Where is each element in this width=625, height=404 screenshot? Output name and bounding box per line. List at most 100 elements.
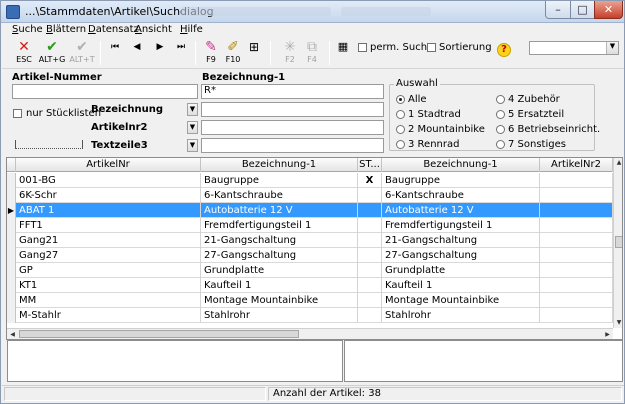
radio-alle[interactable] (396, 95, 405, 104)
cell-artikelnr2 (540, 188, 613, 203)
vertical-scroll-thumb[interactable] (615, 236, 622, 248)
sortierung-label: Sortierung (439, 42, 492, 53)
f4-button[interactable]: ⧉ F4 (304, 39, 320, 67)
help-icon[interactable]: ? (497, 43, 511, 57)
maximize-button[interactable]: □ (570, 1, 595, 19)
minimize-button[interactable]: – (545, 1, 571, 19)
header-bezeichnung-1-b[interactable]: Bezeichnung-1 (382, 158, 540, 172)
title-blur-region (181, 7, 331, 16)
results-grid: ArtikelNr Bezeichnung-1 ST... Bezeichnun… (6, 157, 623, 340)
slider-track[interactable] (15, 140, 83, 149)
table-row[interactable]: 001-BG Baugruppe X Baugruppe (7, 173, 613, 188)
row-indicator[interactable] (7, 233, 16, 248)
chevron-down-icon[interactable]: ▼ (187, 121, 198, 134)
menu-bar: Suche Blättern Datensatz Ansicht Hilfe (2, 23, 624, 37)
artikelnummer-input[interactable] (12, 84, 198, 99)
radio-rennrad[interactable] (396, 140, 405, 149)
row-indicator[interactable] (7, 173, 16, 188)
table-row[interactable]: Gang27 27-Gangschaltung 27-Gangschaltung (7, 248, 613, 263)
cell-bezeichnung-1-b: 6-Kantschraube (382, 188, 540, 203)
radio-stadtrad[interactable] (396, 110, 405, 119)
cell-bezeichnung-1-b: 27-Gangschaltung (382, 248, 540, 263)
title-bar[interactable]: ...\Stammdaten\Artikel\Suchdialog – □ ✕ (1, 1, 624, 23)
row-indicator[interactable] (7, 218, 16, 233)
horizontal-scrollbar[interactable]: ◀ ▶ (7, 328, 613, 339)
cell-artikelnr2 (540, 308, 613, 323)
alt-t-button[interactable]: ✔ ALT+T (68, 39, 96, 67)
f2-button[interactable]: ✳ F2 (282, 39, 298, 67)
next-record-button[interactable]: ▶ (153, 39, 167, 67)
perm-search-checkbox[interactable] (358, 43, 367, 52)
chevron-down-icon[interactable]: ▼ (187, 103, 198, 116)
f9-button[interactable]: ✎ F9 (202, 39, 220, 67)
radio-label-zubehoer: 4 Zubehör (508, 94, 560, 105)
radio-sonstiges[interactable] (496, 140, 505, 149)
horizontal-scroll-thumb[interactable] (19, 330, 299, 338)
header-st[interactable]: ST... (358, 158, 382, 172)
menu-hilfe[interactable]: Hilfe (180, 24, 203, 35)
bezeichnung-input[interactable]: R* (201, 84, 384, 99)
previous-record-button[interactable]: ◀ (130, 39, 144, 67)
toolbar-combo[interactable]: ▼ (529, 41, 619, 55)
menu-suche[interactable]: Suche (12, 24, 43, 35)
copy-icon: ⧉ (307, 39, 317, 55)
vertical-scrollbar[interactable]: ▲ ▼ (613, 158, 622, 328)
radio-mountainbike[interactable] (396, 125, 405, 134)
previous-record-icon: ◀ (133, 42, 141, 52)
cell-st: X (358, 173, 382, 188)
cell-st (358, 278, 382, 293)
scroll-down-arrow-icon[interactable]: ▼ (614, 318, 622, 328)
tree-view-button[interactable]: ⊞ (246, 39, 262, 67)
cell-bezeichnung-1-b: Fremdfertigungsteil 1 (382, 218, 540, 233)
row-indicator[interactable] (7, 188, 16, 203)
chevron-down-icon[interactable]: ▼ (187, 139, 198, 152)
radio-betriebseinricht[interactable] (496, 125, 505, 134)
first-record-button[interactable]: ⏮ (108, 39, 122, 67)
header-bezeichnung-1[interactable]: Bezeichnung-1 (201, 158, 358, 172)
detail-memo-left[interactable] (7, 340, 343, 382)
f10-button[interactable]: ✐ F10 (223, 39, 243, 67)
row-indicator[interactable] (7, 278, 16, 293)
table-row[interactable]: 6K-Schr 6-Kantschraube 6-Kantschraube (7, 188, 613, 203)
sortierung-checkbox[interactable] (427, 43, 436, 52)
close-button[interactable]: ✕ (594, 1, 623, 19)
radio-zubehoer[interactable] (496, 95, 505, 104)
cell-artikelnr: MM (16, 293, 201, 308)
menu-datensatz[interactable]: Datensatz (88, 24, 139, 35)
scroll-left-arrow-icon[interactable]: ◀ (7, 329, 18, 339)
header-artikelnr[interactable]: ArtikelNr (16, 158, 201, 172)
artikelnr2-filter-input[interactable] (201, 120, 384, 135)
menu-ansicht[interactable]: Ansicht (135, 24, 172, 35)
esc-button[interactable]: ✕ ESC (13, 39, 35, 67)
cell-artikelnr: 001-BG (16, 173, 201, 188)
dropdown-label-1: Bezeichnung (91, 104, 163, 115)
radio-ersatzteil[interactable] (496, 110, 505, 119)
table-row[interactable]: MM Montage Mountainbike Montage Mountainbi… (7, 293, 613, 308)
table-row[interactable]: GP Grundplatte Grundplatte (7, 263, 613, 278)
last-record-button[interactable]: ⏭ (174, 39, 188, 67)
table-row[interactable]: KT1 Kaufteil 1 Kaufteil 1 (7, 278, 613, 293)
stuecklisten-checkbox[interactable] (13, 109, 22, 118)
table-row[interactable]: FFT1 Fremdfertigungsteil 1 Fremdfertigungs… (7, 218, 613, 233)
header-artikelnr2[interactable]: ArtikelNr2 (540, 158, 613, 172)
bezeichnung-filter-input[interactable] (201, 102, 384, 117)
cell-st (358, 263, 382, 278)
search-options-button[interactable]: ▦ (335, 39, 351, 67)
row-indicator[interactable]: ▶ (7, 203, 16, 218)
row-indicator[interactable] (7, 308, 16, 323)
detail-memo-right[interactable] (344, 340, 623, 382)
alt-g-button[interactable]: ✔ ALT+G (38, 39, 66, 67)
table-row[interactable]: Gang21 21-Gangschaltung 21-Gangschaltung (7, 233, 613, 248)
f4-label: F4 (307, 55, 317, 64)
scroll-up-arrow-icon[interactable]: ▲ (614, 158, 622, 168)
table-row[interactable]: ▶ ABAT 1 Autobatterie 12 V Autobatterie 12 … (7, 203, 613, 218)
textzeile3-filter-input[interactable] (201, 138, 384, 153)
row-indicator[interactable] (7, 248, 16, 263)
cell-bezeichnung-1: Fremdfertigungsteil 1 (201, 218, 358, 233)
scroll-right-arrow-icon[interactable]: ▶ (602, 329, 613, 339)
cell-bezeichnung-1-b: Autobatterie 12 V (382, 203, 540, 218)
menu-blaettern[interactable]: Blättern (46, 24, 86, 35)
table-row[interactable]: M-Stahlr Stahlrohr Stahlrohr (7, 308, 613, 323)
row-indicator[interactable] (7, 263, 16, 278)
row-indicator[interactable] (7, 293, 16, 308)
